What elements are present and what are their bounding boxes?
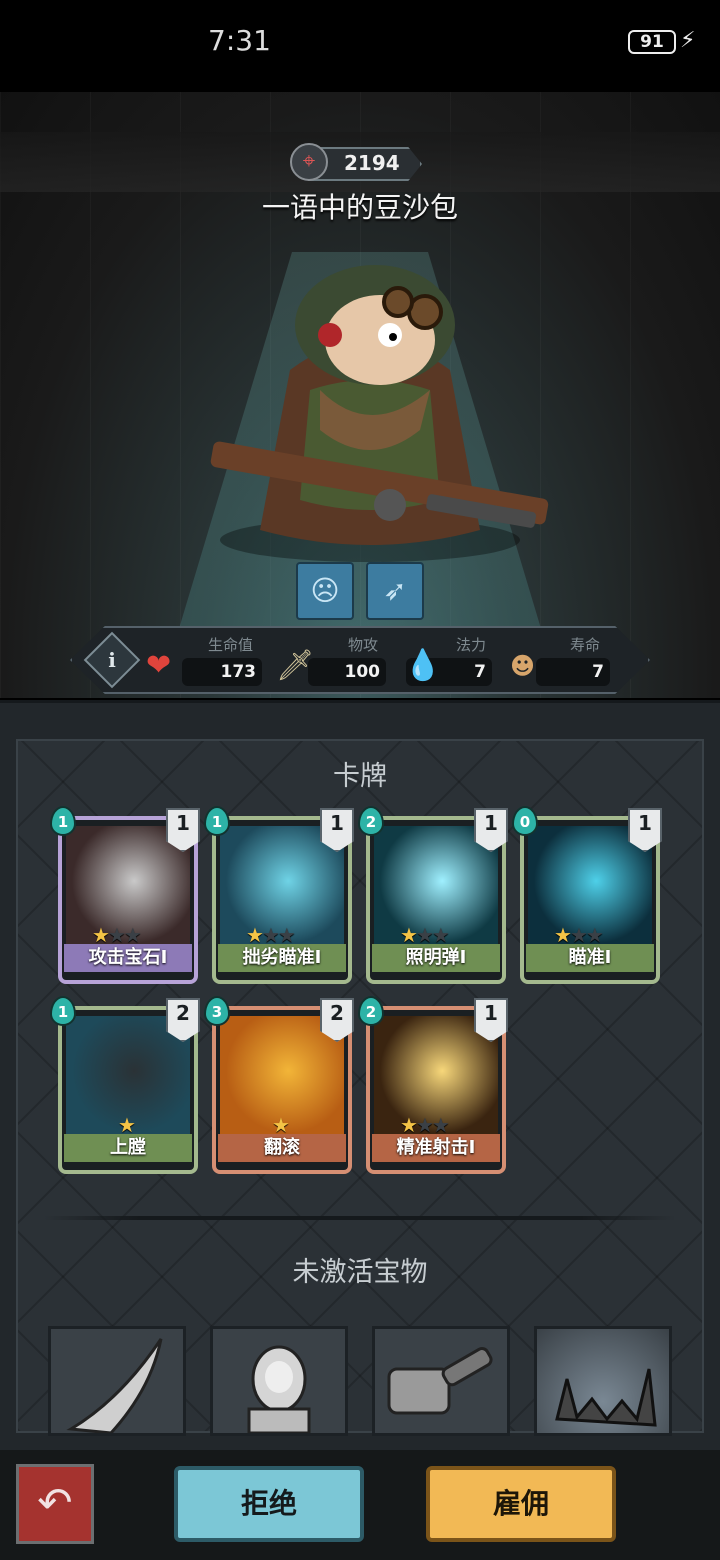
card-count-value: 2 (330, 1001, 344, 1025)
heart-icon: ❤ (146, 648, 172, 683)
treasure-slot-4[interactable] (534, 1326, 672, 1436)
card-stars: ★★★ (92, 924, 172, 946)
stat-label: 法力 (456, 636, 487, 654)
card-name: 拙劣瞄准I (218, 944, 346, 972)
card-stars: ★★★ (554, 924, 634, 946)
star-icon: ★ (277, 923, 296, 947)
card-item[interactable]: 精准射击I ★★★ 2 1 (358, 996, 508, 1174)
crosshair-icon: ⌖ (290, 143, 328, 181)
card-name: 瞄准I (526, 944, 654, 972)
star-icon: ★ (400, 923, 418, 947)
star-icon: ★ (400, 1113, 418, 1137)
star-icon: ★ (569, 923, 588, 947)
card-stars: ★ (118, 1114, 198, 1136)
card-name: 翻滚 (218, 1134, 346, 1162)
card-count-value: 1 (484, 811, 498, 835)
treasure-slot-2[interactable] (210, 1326, 348, 1436)
card-name: 精准射击I (372, 1134, 500, 1162)
star-icon: ★ (431, 923, 450, 947)
card-item[interactable]: 瞄准I ★★★ 0 1 (512, 806, 662, 984)
card-stars: ★★★ (400, 1114, 480, 1136)
star-icon: ★ (585, 923, 604, 947)
power-badge: ⌖ 2194 (288, 143, 428, 181)
doll-icon (247, 1345, 311, 1433)
card-cost: 1 (50, 806, 76, 836)
flame-icon: 💧 (404, 648, 442, 683)
stat-label: 生命值 (208, 636, 254, 654)
back-button[interactable]: ↶ (16, 1464, 94, 1544)
card-cost: 3 (204, 996, 230, 1026)
star-icon: ★ (554, 923, 572, 947)
section-divider (44, 1216, 676, 1220)
treasures-title: 未激活宝物 (292, 1257, 428, 1288)
hire-button[interactable]: 雇佣 (426, 1466, 616, 1542)
stat-value: 173 (220, 662, 257, 682)
card-item[interactable]: 上膛 ★ 1 2 (50, 996, 200, 1174)
star-icon: ★ (123, 923, 142, 947)
star-icon: ★ (415, 923, 434, 947)
card-stars: ★ (272, 1114, 352, 1136)
card-item[interactable]: 照明弹I ★★★ 2 1 (358, 806, 508, 984)
cards-title: 卡牌 (333, 761, 387, 792)
card-name: 照明弹I (372, 944, 500, 972)
card-item[interactable]: 攻击宝石I ★★★ 1 1 (50, 806, 200, 984)
sword-icon: 🗡 (276, 648, 315, 683)
treasure-slot-3[interactable] (372, 1326, 510, 1436)
status-bar: 7:31 91 ⚡ (0, 0, 720, 90)
hero-scene: ⌖ 2194 一语中的豆沙包 ☹ ➶ i 生命值 173 ❤ 物攻 100 🗡 … (0, 92, 720, 698)
card-count-value: 1 (176, 811, 190, 835)
stat-label: 物攻 (348, 636, 379, 654)
card-cost: 2 (358, 996, 384, 1026)
card-item[interactable]: 翻滚 ★ 3 2 (204, 996, 354, 1174)
star-icon: ★ (118, 1113, 136, 1137)
hero-character[interactable] (200, 240, 560, 570)
reject-button[interactable]: 拒绝 (174, 1466, 364, 1542)
stat-value: 100 (344, 662, 381, 682)
hero-name: 一语中的豆沙包 (261, 191, 458, 224)
card-cost: 1 (204, 806, 230, 836)
card-count-value: 2 (176, 1001, 190, 1025)
face-mask-skill-icon[interactable]: ☹ (296, 562, 354, 620)
star-icon: ★ (107, 923, 126, 947)
hammer-icon (387, 1347, 493, 1415)
star-icon: ★ (415, 1113, 434, 1137)
card-cost: 0 (512, 806, 538, 836)
card-count-value: 1 (484, 1001, 498, 1025)
bottom-bar: ↶ 拒绝 雇佣 (0, 1450, 720, 1560)
status-time: 7:31 (208, 24, 271, 57)
treasure-slot-1[interactable] (48, 1326, 186, 1436)
card-cost: 1 (50, 996, 76, 1026)
card-count-value: 1 (330, 811, 344, 835)
card-stars: ★★★ (400, 924, 480, 946)
star-icon: ★ (272, 1113, 290, 1137)
trap-icon (555, 1368, 657, 1427)
power-value: 2194 (344, 151, 400, 175)
battery-icon: 91 (628, 30, 676, 54)
lifespan-icon: ☻ (510, 652, 536, 680)
blade-icon (66, 1338, 163, 1433)
card-name: 上膛 (64, 1134, 192, 1162)
star-icon: ★ (246, 923, 264, 947)
charging-icon: ⚡ (680, 28, 696, 53)
star-icon: ★ (261, 923, 280, 947)
return-arrow-icon: ↶ (37, 1478, 73, 1527)
bow-skill-icon[interactable]: ➶ (366, 562, 424, 620)
stats-bar: i 生命值 173 ❤ 物攻 100 🗡 法力 7 💧 寿命 7 ☻ (70, 626, 650, 694)
card-stars: ★★★ (246, 924, 326, 946)
card-count-value: 1 (638, 811, 652, 835)
star-icon: ★ (431, 1113, 450, 1137)
stat-value: 7 (592, 662, 604, 682)
card-item[interactable]: 拙劣瞄准I ★★★ 1 1 (204, 806, 354, 984)
card-cost: 2 (358, 806, 384, 836)
star-icon: ★ (92, 923, 110, 947)
card-name: 攻击宝石I (64, 944, 192, 972)
stat-label: 寿命 (570, 636, 601, 654)
